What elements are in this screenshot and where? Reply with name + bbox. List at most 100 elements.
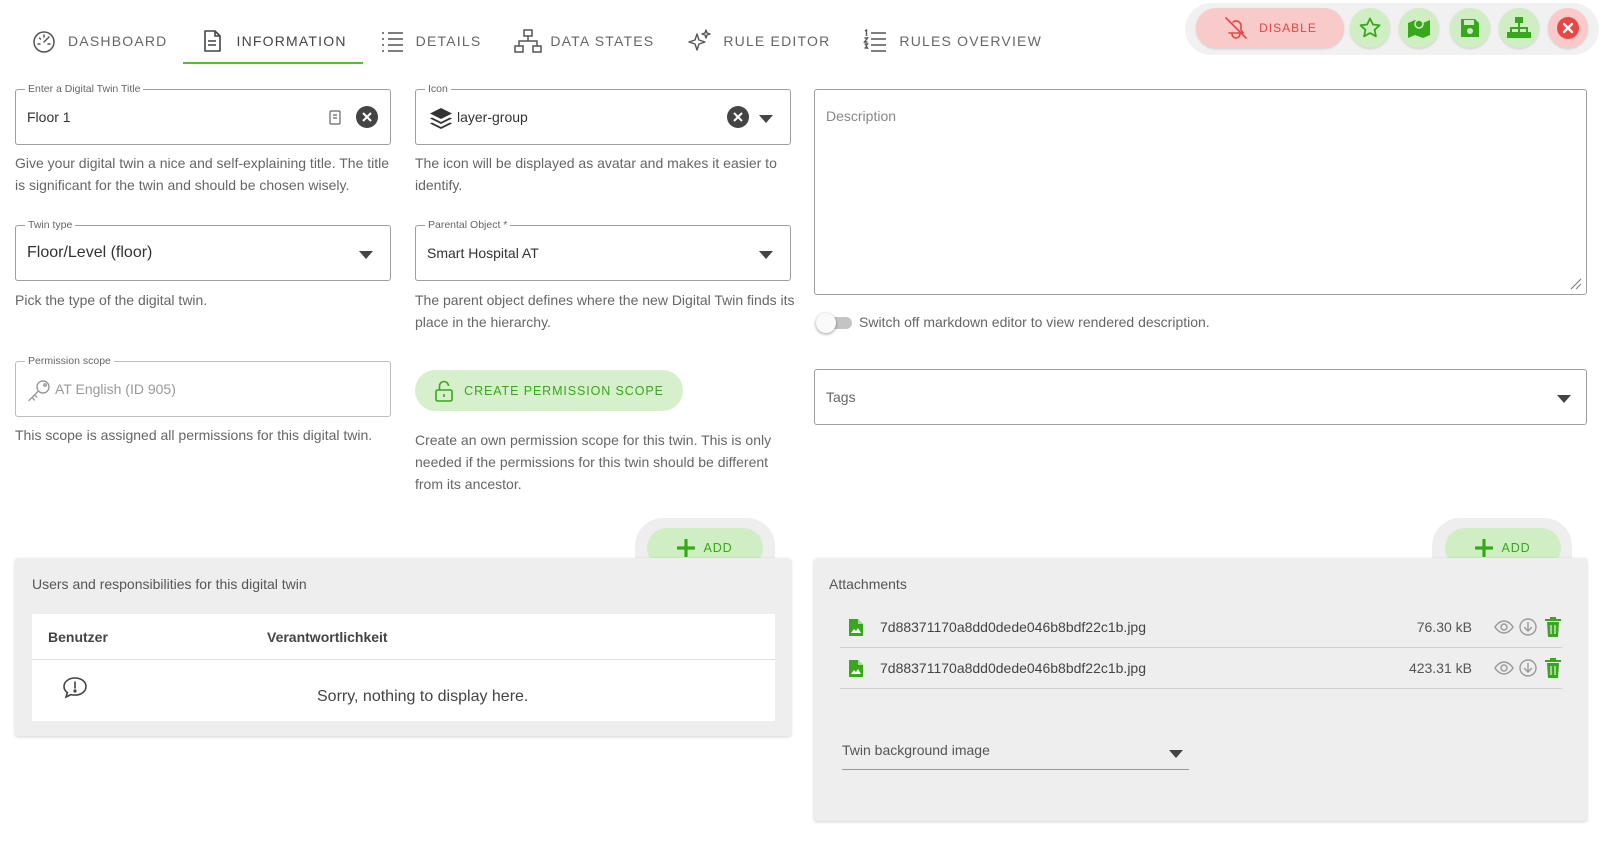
- attachments-panel-title: Attachments: [829, 576, 907, 592]
- resize-grip-icon[interactable]: [1570, 278, 1582, 290]
- list-icon: [379, 28, 405, 54]
- create-permission-scope-button[interactable]: Create permission scope: [415, 370, 683, 411]
- tab-label: Dashboard: [68, 33, 168, 49]
- tab-label: Rule Editor: [723, 33, 831, 49]
- users-panel-title: Users and responsibilities for this digi…: [32, 576, 307, 592]
- unlock-icon: [434, 380, 454, 402]
- action-toolbar: Disable: [1185, 3, 1599, 55]
- title-field-value[interactable]: Floor 1: [27, 90, 71, 144]
- chevron-down-icon[interactable]: [1169, 750, 1183, 758]
- create-permission-scope-hint: Create an own permission scope for this …: [415, 432, 772, 492]
- twin-type-value: Floor/Level (floor): [27, 244, 153, 261]
- chevron-down-icon[interactable]: [359, 251, 373, 259]
- attachment-size: 423.31 kB: [1408, 660, 1472, 676]
- parent-object-select[interactable]: Parental Object * Smart Hospital AT: [415, 218, 791, 281]
- disable-label: Disable: [1259, 21, 1317, 35]
- permission-scope-field[interactable]: Permission scope AT English (ID 905): [15, 354, 391, 417]
- map-icon: [1406, 16, 1432, 40]
- plus-icon: [677, 539, 696, 557]
- tab-data-states[interactable]: Data States: [497, 18, 670, 64]
- layer-group-icon: [428, 106, 454, 132]
- tab-rules-overview[interactable]: Rules Overview: [846, 18, 1058, 64]
- tab-label: Details: [415, 33, 482, 49]
- download-icon[interactable]: [1518, 658, 1538, 678]
- key-icon: [26, 378, 52, 404]
- icon-field-value: layer-group: [457, 109, 528, 125]
- attachment-row: 7d88371170a8dd0dede046b8bdf22c1b.jpg 76.…: [840, 607, 1562, 648]
- attachment-filename[interactable]: 7d88371170a8dd0dede046b8bdf22c1b.jpg: [880, 648, 1146, 688]
- empty-state-text: Sorry, nothing to display here.: [317, 688, 529, 705]
- background-image-select[interactable]: Twin background image: [842, 738, 1189, 770]
- parent-object-value: Smart Hospital AT: [427, 245, 539, 261]
- hierarchy-button[interactable]: [1499, 8, 1539, 48]
- clipboard-icon[interactable]: [329, 109, 341, 125]
- background-image-placeholder: Twin background image: [842, 742, 990, 758]
- tab-details[interactable]: Details: [363, 18, 498, 64]
- clear-icon-selection-icon[interactable]: [727, 106, 749, 128]
- tab-dashboard[interactable]: Dashboard: [15, 18, 183, 64]
- tab-bar: Dashboard Information Details Data State…: [15, 18, 1058, 64]
- chevron-down-icon[interactable]: [759, 251, 773, 259]
- icon-select[interactable]: Icon layer-group: [415, 82, 791, 145]
- tags-select[interactable]: Tags: [814, 369, 1587, 425]
- markdown-toggle[interactable]: [816, 313, 852, 333]
- bell-off-icon: [1223, 16, 1249, 40]
- header-divider: [32, 659, 775, 660]
- attachment-filename[interactable]: 7d88371170a8dd0dede046b8bdf22c1b.jpg: [880, 607, 1146, 647]
- column-header-responsibility[interactable]: Verantwortlichkeit: [267, 614, 388, 659]
- parent-object-hint: The parent object defines where the new …: [415, 292, 795, 330]
- markdown-toggle-label: Switch off markdown editor to view rende…: [859, 314, 1210, 330]
- tab-label: Information: [236, 33, 347, 49]
- tab-rule-editor[interactable]: Rule Editor: [670, 18, 846, 64]
- disable-button[interactable]: Disable: [1196, 8, 1344, 48]
- map-button[interactable]: [1399, 8, 1439, 48]
- close-icon: [1556, 16, 1580, 40]
- icon-hint: The icon will be displayed as avatar and…: [415, 155, 777, 193]
- plus-icon: [1475, 539, 1494, 557]
- permission-scope-hint: This scope is assigned all permissions f…: [15, 427, 373, 443]
- trash-icon[interactable]: [1544, 658, 1562, 678]
- title-field[interactable]: Enter a Digital Twin Title Floor 1: [15, 82, 391, 145]
- close-button[interactable]: [1548, 8, 1588, 48]
- attachment-row: 7d88371170a8dd0dede046b8bdf22c1b.jpg 423…: [840, 648, 1562, 689]
- save-icon: [1459, 17, 1481, 39]
- dashboard-gauge-icon: [31, 28, 57, 54]
- numbered-list-icon: [862, 28, 888, 54]
- save-button[interactable]: [1450, 8, 1490, 48]
- add-user-label: Add: [703, 541, 733, 555]
- image-file-icon: [849, 660, 863, 677]
- description-placeholder: Description: [826, 108, 897, 124]
- add-attachment-label: Add: [1501, 541, 1531, 555]
- toggle-knob: [816, 313, 836, 333]
- eye-icon[interactable]: [1494, 658, 1514, 678]
- chevron-down-icon[interactable]: [1557, 395, 1571, 403]
- clear-title-icon[interactable]: [356, 106, 378, 128]
- title-hint: Give your digital twin a nice and self-e…: [15, 155, 390, 193]
- users-table: Benutzer Verantwortlichkeit Sorry, nothi…: [32, 614, 775, 721]
- favorite-star-icon: [1358, 16, 1382, 40]
- favorite-button[interactable]: [1350, 8, 1390, 48]
- download-icon[interactable]: [1518, 617, 1538, 637]
- chevron-down-icon[interactable]: [759, 115, 773, 123]
- icon-field-label: Icon: [425, 82, 451, 96]
- speech-bubble-icon: [62, 676, 88, 700]
- trash-icon[interactable]: [1544, 617, 1562, 637]
- tags-placeholder: Tags: [826, 389, 856, 405]
- attachment-size: 76.30 kB: [1416, 619, 1472, 635]
- eye-icon[interactable]: [1494, 617, 1514, 637]
- twin-type-select[interactable]: Twin type Floor/Level (floor): [15, 218, 391, 281]
- create-permission-scope-label: Create permission scope: [464, 383, 664, 398]
- column-header-user[interactable]: Benutzer: [48, 614, 108, 659]
- tab-label: Rules Overview: [899, 33, 1042, 49]
- document-icon: [199, 28, 225, 54]
- twin-type-hint: Pick the type of the digital twin.: [15, 292, 208, 308]
- permission-scope-value: AT English (ID 905): [55, 381, 176, 397]
- image-file-icon: [849, 619, 863, 636]
- sparkles-icon: [686, 28, 712, 54]
- attachments-panel: [814, 558, 1587, 821]
- description-textarea[interactable]: Description: [814, 89, 1587, 295]
- tab-information[interactable]: Information: [183, 18, 363, 64]
- hierarchy-icon: [1506, 16, 1532, 40]
- network-icon: [513, 28, 543, 54]
- tab-label: Data States: [550, 33, 655, 49]
